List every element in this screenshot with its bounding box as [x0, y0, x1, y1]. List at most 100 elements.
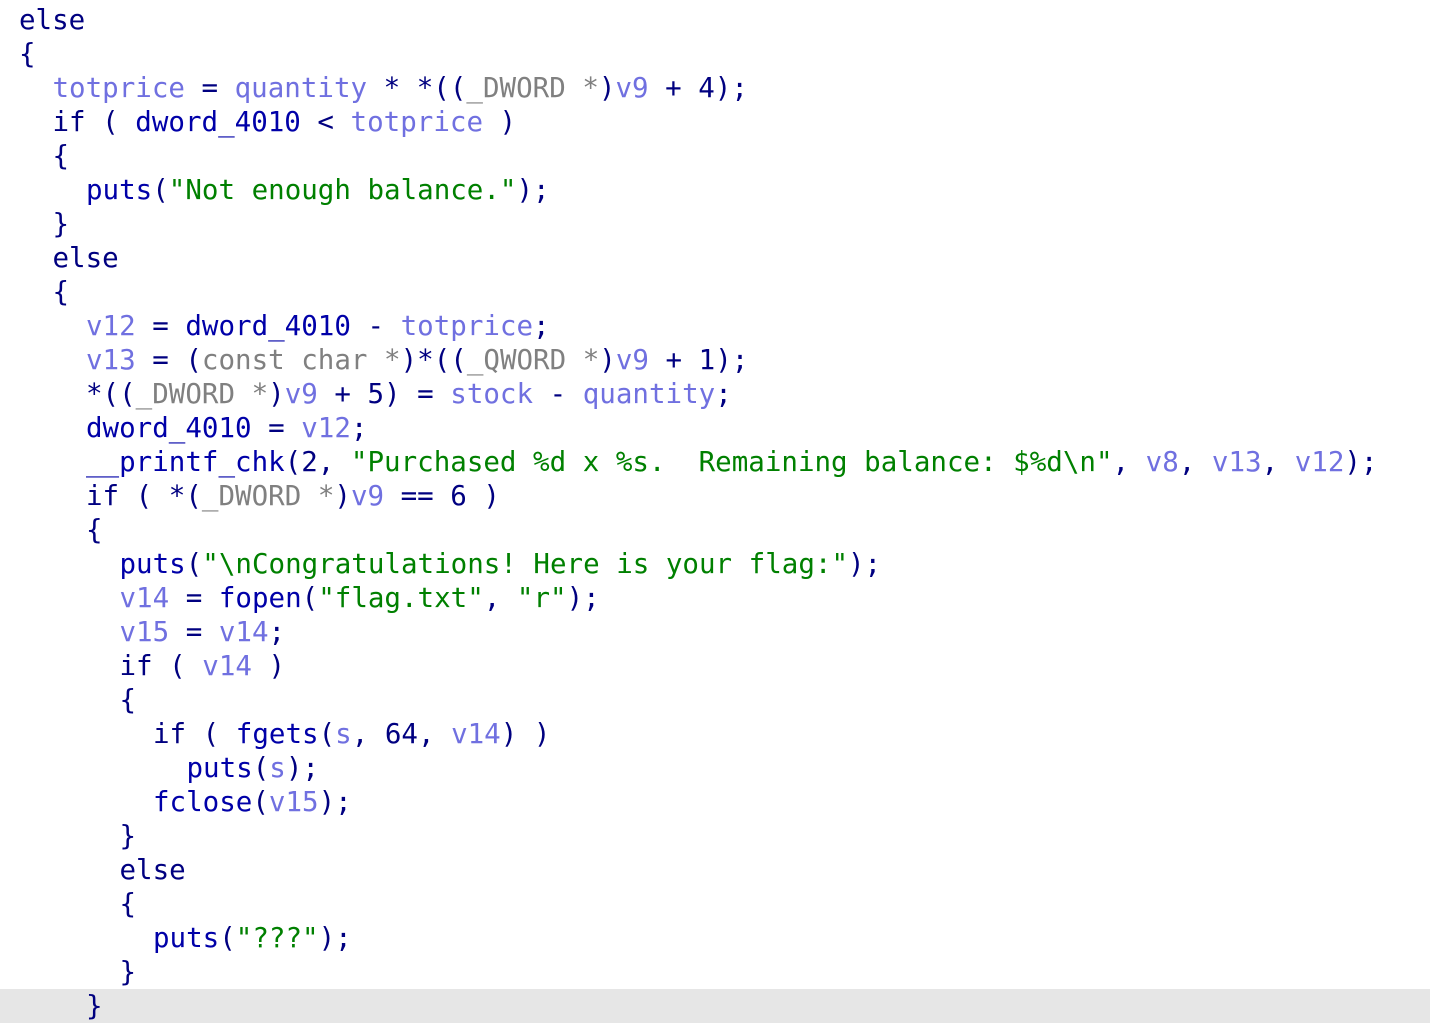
code-line[interactable]: v14 = fopen("flag.txt", "r"); [0, 581, 1430, 615]
code-line[interactable]: if ( v14 ) [0, 649, 1430, 683]
operator-token: { [119, 888, 137, 920]
operator-token: = [251, 412, 302, 444]
code-line[interactable]: } [0, 955, 1430, 989]
operator-token: } [52, 208, 70, 240]
code-line[interactable]: if ( dword_4010 < totprice ) [0, 105, 1430, 139]
operator-token: ); [516, 174, 550, 206]
operator-token: { [52, 276, 70, 308]
code-line[interactable]: } [0, 207, 1430, 241]
code-line[interactable]: { [0, 887, 1430, 921]
variable-token: stock [450, 378, 534, 410]
code-line[interactable]: { [0, 513, 1430, 547]
operator-token: - [533, 378, 583, 410]
operator-token: - [350, 310, 401, 342]
code-line[interactable]: v13 = (const char *)*((_QWORD *)v9 + 1); [0, 343, 1430, 377]
identifier-token: fopen [218, 582, 302, 614]
keyword-token: else [19, 4, 86, 36]
keyword-token: else [52, 242, 119, 274]
identifier-token: puts [86, 174, 153, 206]
operator-token: ; [350, 412, 368, 444]
operator-token: ; [715, 378, 732, 410]
operator-token: ( [152, 650, 203, 682]
variable-token: v14 [218, 616, 269, 648]
operator-token: ) ) [500, 718, 551, 750]
variable-token: v12 [86, 310, 136, 342]
identifier-token: dword_4010 [86, 412, 252, 444]
code-line[interactable]: puts("???"); [0, 921, 1430, 955]
type-cast-token: _DWORD * [135, 378, 269, 410]
string-literal-token: "r" [516, 582, 567, 614]
operator-token: ; [533, 310, 550, 342]
operator-token: ) [598, 72, 616, 104]
operator-token: = [135, 310, 186, 342]
code-line[interactable]: { [0, 275, 1430, 309]
operator-token: , [1178, 446, 1212, 478]
operator-token: = [184, 72, 235, 104]
variable-token: v14 [451, 718, 501, 750]
identifier-token: puts [153, 922, 220, 954]
keyword-token: if [52, 106, 86, 138]
code-line[interactable]: totprice = quantity * *((_DWORD *)v9 + 4… [0, 71, 1430, 105]
variable-token: v12 [301, 412, 351, 444]
operator-token: ( [152, 174, 169, 206]
code-line[interactable]: else [0, 3, 1430, 37]
code-line[interactable]: if ( fgets(s, 64, v14) ) [0, 717, 1430, 751]
code-line[interactable]: *((_DWORD *)v9 + 5) = stock - quantity; [0, 377, 1430, 411]
variable-token: v13 [86, 344, 136, 376]
operator-token: ( [252, 786, 269, 818]
operator-token: + 1); [648, 344, 749, 376]
operator-token: ( [219, 922, 236, 954]
string-literal-token: "Purchased %d x %s. Remaining balance: $… [350, 446, 1113, 478]
operator-token: ); [566, 582, 600, 614]
variable-token: v14 [119, 582, 170, 614]
code-line[interactable]: puts("\nCongratulations! Here is your fl… [0, 547, 1430, 581]
operator-token: ; [268, 616, 286, 648]
operator-token: ) [268, 378, 285, 410]
identifier-token: dword_4010 [185, 310, 351, 342]
variable-token: totprice [52, 72, 185, 104]
variable-token: v9 [284, 378, 318, 410]
variable-token: s [335, 718, 352, 750]
identifier-token: puts [186, 752, 253, 784]
code-line[interactable]: puts("Not enough balance."); [0, 173, 1430, 207]
operator-token: ); [848, 548, 882, 580]
code-line[interactable]: { [0, 683, 1430, 717]
code-line[interactable]: fclose(v15); [0, 785, 1430, 819]
string-literal-token: "\nCongratulations! Here is your flag:" [202, 548, 848, 580]
operator-token: } [119, 956, 137, 988]
code-line[interactable]: puts(s); [0, 751, 1430, 785]
code-line-current[interactable]: } [0, 989, 1430, 1023]
code-line[interactable]: else [0, 241, 1430, 275]
operator-token: , 64, [351, 718, 452, 750]
code-line[interactable]: } [0, 819, 1430, 853]
operator-token: ); [318, 922, 352, 954]
variable-token: v13 [1211, 446, 1262, 478]
operator-token: + 5) = [317, 378, 451, 410]
code-line[interactable]: { [0, 139, 1430, 173]
string-literal-token: "flag.txt" [318, 582, 484, 614]
operator-token: { [19, 38, 36, 70]
type-cast-token: _QWORD * [466, 344, 600, 376]
pseudocode-view[interactable]: else{totprice = quantity * *((_DWORD *)v… [0, 0, 1430, 1026]
operator-token: ) [483, 106, 517, 138]
code-line[interactable]: v12 = dword_4010 - totprice; [0, 309, 1430, 343]
operator-token: { [52, 140, 70, 172]
operator-token: = ( [135, 344, 202, 376]
code-line[interactable]: dword_4010 = v12; [0, 411, 1430, 445]
code-line[interactable]: { [0, 37, 1430, 71]
code-line[interactable]: if ( *(_DWORD *)v9 == 6 ) [0, 479, 1430, 513]
operator-token: } [119, 820, 137, 852]
string-literal-token: "???" [235, 922, 319, 954]
variable-token: v12 [1294, 446, 1345, 478]
code-line[interactable]: v15 = v14; [0, 615, 1430, 649]
variable-token: v9 [615, 72, 649, 104]
identifier-token: fclose [153, 786, 253, 818]
operator-token: ( [252, 752, 270, 784]
code-line[interactable]: __printf_chk(2, "Purchased %d x %s. Rema… [0, 445, 1430, 479]
code-line[interactable]: else [0, 853, 1430, 887]
operator-token: ( [318, 718, 336, 750]
operator-token: ); [285, 752, 319, 784]
keyword-token: if [119, 650, 153, 682]
operator-token: , [1261, 446, 1295, 478]
operator-token: { [119, 684, 137, 716]
